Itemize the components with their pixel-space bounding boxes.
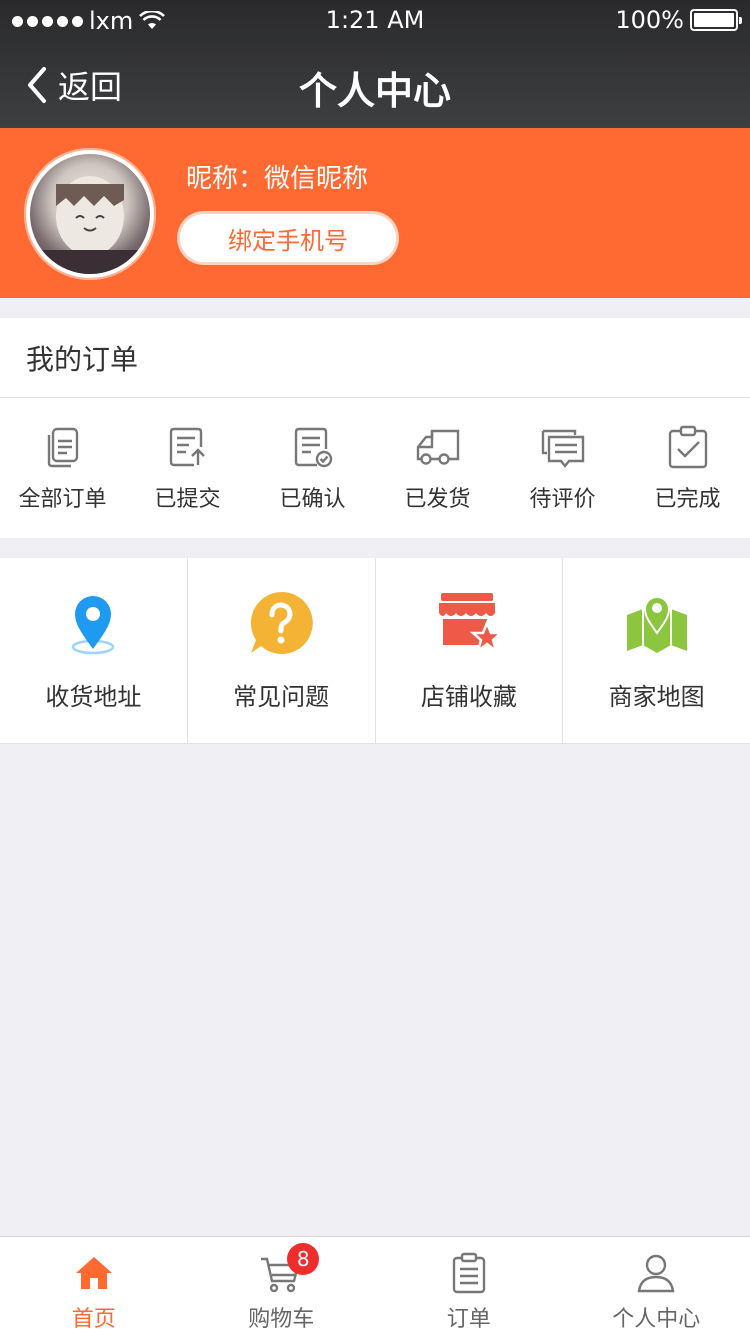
- review-chat-icon: [541, 429, 584, 468]
- services-grid: 收货地址 常见问题 店铺收藏 商家地图: [0, 558, 750, 744]
- submitted-icon: [169, 427, 205, 467]
- nickname-label: 昵称：微信昵称: [186, 164, 369, 194]
- merchant-map-item[interactable]: 商家地图: [563, 558, 750, 743]
- location-pin-icon: [72, 596, 115, 655]
- my-orders-section: 我的订单 全部订单 已提交 已确认 已发货 待评价 已完成: [0, 318, 750, 538]
- order-status-row: 全部订单 已提交 已确认 已发货 待评价 已完成: [0, 398, 750, 538]
- avatar[interactable]: [24, 148, 156, 280]
- order-completed[interactable]: 已完成: [625, 398, 750, 538]
- avatar-image: [30, 154, 150, 274]
- shipped-truck-icon: [416, 429, 459, 465]
- order-shipped[interactable]: 已发货: [375, 398, 500, 538]
- store-star-icon: [438, 593, 503, 655]
- tab-orders-label: 订单: [446, 1307, 491, 1332]
- order-to-review-label: 待评价: [529, 487, 596, 512]
- user-icon: [637, 1254, 675, 1293]
- order-all-label: 全部订单: [18, 487, 107, 512]
- faq-label: 常见问题: [233, 683, 330, 711]
- cart-badge: 8: [287, 1243, 320, 1275]
- status-bar: lxm 1:21 AM 100%: [0, 0, 750, 40]
- battery-icon: [690, 9, 742, 31]
- home-icon: [75, 1257, 112, 1289]
- tab-cart-label: 购物车: [248, 1307, 315, 1332]
- battery-percent: 100%: [615, 6, 684, 34]
- tab-profile[interactable]: 个人中心: [563, 1237, 750, 1334]
- question-bubble-icon: [251, 591, 313, 654]
- all-orders-icon: [47, 427, 78, 468]
- top-bar: lxm 1:21 AM 100% 返回 个人中心: [0, 0, 750, 128]
- egg-face-icon: [30, 176, 150, 274]
- confirmed-icon: [294, 427, 332, 468]
- bottom-tab-bar: 首页 8 购物车 订单 个人中心: [0, 1236, 750, 1334]
- profile-header: 昵称：微信昵称 绑定手机号: [0, 128, 750, 298]
- battery-status: 100%: [615, 6, 742, 34]
- faq-item[interactable]: 常见问题: [188, 558, 376, 743]
- page-title: 个人中心: [298, 69, 451, 113]
- order-all[interactable]: 全部订单: [0, 398, 125, 538]
- tab-orders[interactable]: 订单: [375, 1237, 563, 1334]
- shipping-address-label: 收货地址: [45, 683, 142, 711]
- clipboard-icon: [452, 1252, 485, 1294]
- map-icon: [626, 596, 687, 653]
- tab-profile-label: 个人中心: [612, 1307, 701, 1332]
- shipping-address-item[interactable]: 收货地址: [0, 558, 188, 743]
- order-submitted-label: 已提交: [154, 487, 221, 512]
- bind-phone-button[interactable]: 绑定手机号: [180, 214, 396, 262]
- order-to-review[interactable]: 待评价: [500, 398, 625, 538]
- tab-home[interactable]: 首页: [0, 1237, 188, 1334]
- merchant-map-label: 商家地图: [608, 683, 705, 711]
- my-orders-heading[interactable]: 我的订单: [0, 318, 750, 398]
- tab-cart[interactable]: 8 购物车: [188, 1237, 376, 1334]
- order-submitted[interactable]: 已提交: [125, 398, 250, 538]
- store-favorites-item[interactable]: 店铺收藏: [376, 558, 564, 743]
- completed-clipboard-icon: [668, 425, 707, 469]
- order-confirmed[interactable]: 已确认: [250, 398, 375, 538]
- order-confirmed-label: 已确认: [279, 487, 346, 512]
- store-favorites-label: 店铺收藏: [420, 683, 517, 711]
- tab-home-label: 首页: [71, 1307, 116, 1332]
- order-shipped-label: 已发货: [404, 487, 471, 512]
- order-completed-label: 已完成: [654, 487, 721, 512]
